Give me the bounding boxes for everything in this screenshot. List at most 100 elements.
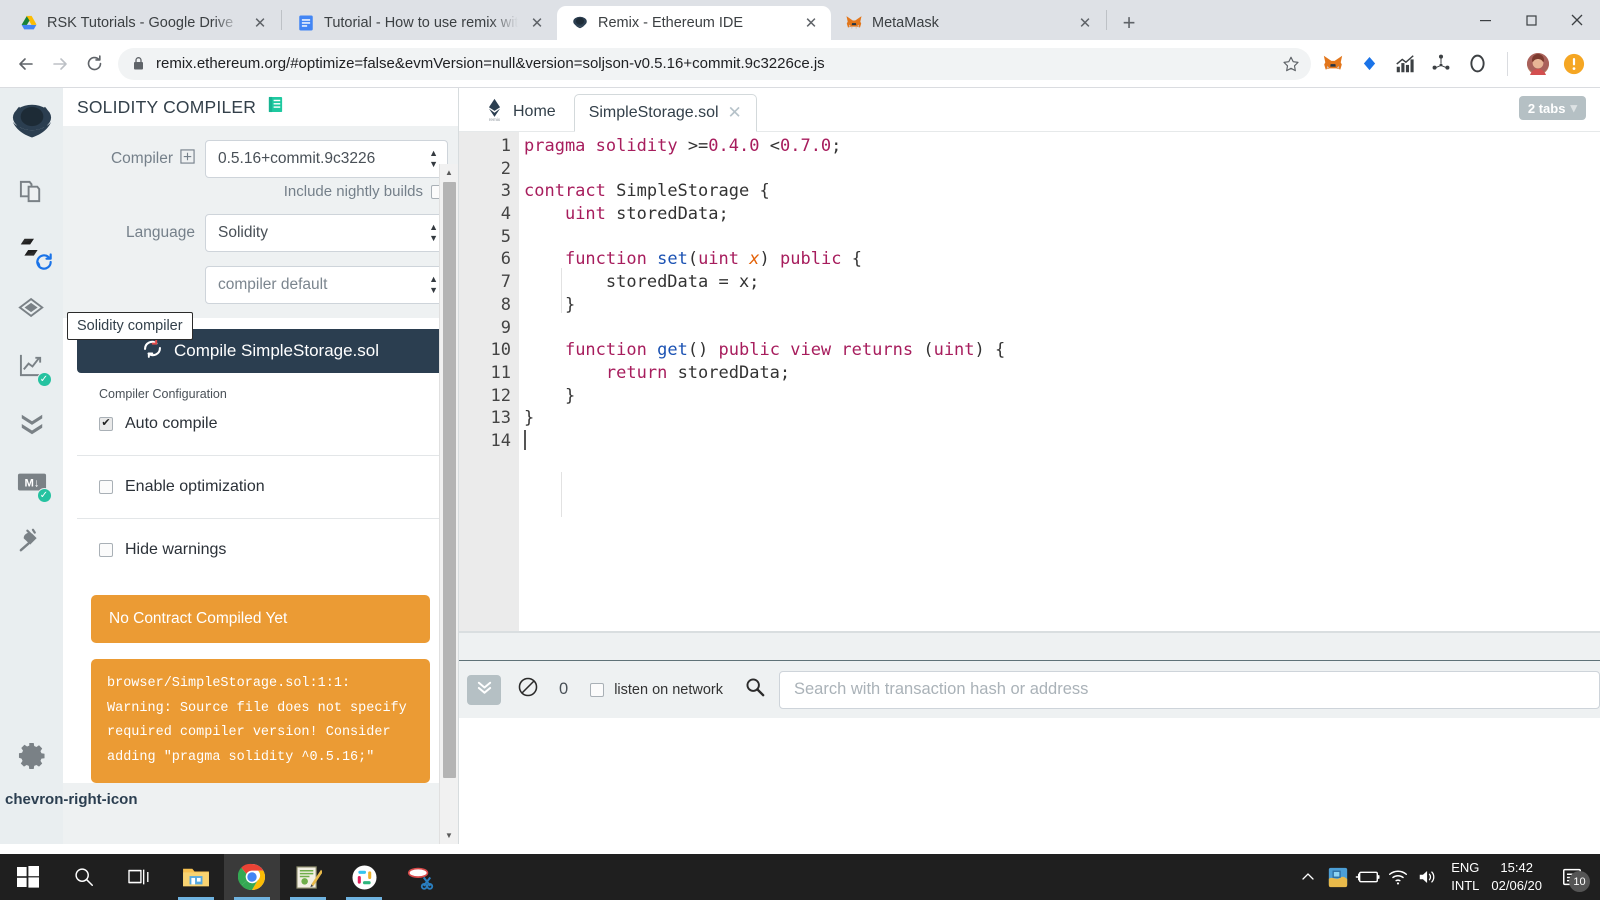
sidebar-item-analysis[interactable]: ✓ [8, 344, 56, 392]
reload-button[interactable] [78, 48, 110, 80]
enable-optimization-row[interactable]: Enable optimization [77, 464, 444, 510]
terminal-toolbar: 0 listen on network Search with transact… [459, 660, 1600, 718]
taskbar-snipping-tool[interactable] [392, 854, 448, 900]
clock[interactable]: 15:42 02/06/20 [1487, 859, 1552, 894]
deploy-run-icon [17, 295, 46, 325]
browser-tab-3[interactable]: MetaMask ✕ [831, 6, 1105, 40]
task-view-button[interactable] [112, 854, 168, 900]
listen-on-network-checkbox[interactable] [590, 682, 605, 697]
hide-warnings-row[interactable]: Hide warnings [77, 527, 444, 573]
new-tab-button[interactable]: + [1114, 8, 1144, 38]
file-explorer-icon [183, 868, 209, 887]
circle-o-icon[interactable] [1465, 52, 1489, 76]
listen-on-network-row[interactable]: listen on network [590, 682, 723, 698]
window-minimize-button[interactable] [1462, 0, 1508, 40]
editor-tab-simplestorage[interactable]: SimpleStorage.sol ✕ [573, 94, 757, 132]
auto-compile-checkbox[interactable]: ✔ [99, 417, 113, 431]
scrollbar-thumb[interactable] [442, 182, 456, 778]
language-indicator[interactable]: ENG INTL [1443, 859, 1487, 894]
browser-tab-close-icon[interactable]: ✕ [801, 13, 821, 33]
sidebar-item-plugin-manager[interactable] [8, 518, 56, 566]
action-center-button[interactable]: 10 [1552, 854, 1592, 900]
orange-alert-icon[interactable] [1562, 52, 1586, 76]
compiler-version-select[interactable]: 0.5.16+commit.9c3226 ▲ ▼ [205, 140, 448, 178]
no-contract-compiled-alert: No Contract Compiled Yet [91, 595, 430, 643]
address-bar[interactable]: remix.ethereum.org/#optimize=false&evmVe… [118, 47, 1311, 80]
include-nightly-builds-row[interactable]: Include nightly builds [63, 183, 458, 200]
code-editor[interactable]: 1 2 3▾ 4 5 6▾ 7 8 9 10▾ 11 12 13 14 prag… [459, 132, 1600, 632]
enable-optimization-checkbox[interactable] [99, 480, 113, 494]
evm-version-select[interactable]: compiler default ▲ ▼ [205, 266, 448, 304]
lock-icon [134, 57, 143, 70]
code-content[interactable]: pragma solidity >=0.4.0 <0.7.0; contract… [519, 132, 1600, 632]
line-number: 10▾ [459, 339, 528, 362]
blue-diamond-icon[interactable] [1357, 52, 1381, 76]
panel-body: Compiler 0.5.16+commit.9c3226 ▲ ▼ Include… [63, 126, 458, 844]
plus-box-icon[interactable] [180, 149, 195, 169]
hide-warnings-label: Hide warnings [125, 541, 227, 558]
code-line: uint storedData; [564, 204, 729, 225]
language-select[interactable]: Solidity ▲ ▼ [205, 214, 448, 252]
intel-graphics-icon[interactable] [1323, 854, 1353, 900]
clear-console-button[interactable] [517, 676, 539, 703]
browser-tab-close-icon[interactable]: ✕ [527, 13, 547, 33]
hide-warnings-checkbox[interactable] [99, 543, 113, 557]
sidebar-item-solidity-compiler[interactable] [8, 228, 56, 276]
browser-tab-title: Tutorial - How to use remix with R [324, 15, 518, 31]
book-icon[interactable] [267, 96, 284, 118]
window-maximize-button[interactable] [1508, 0, 1554, 40]
editor-tab-bar: remix Home SimpleStorage.sol ✕ 2 tabs ▾ [459, 88, 1600, 132]
transaction-search-input[interactable]: Search with transaction hash or address [779, 670, 1600, 709]
wifi-icon[interactable] [1383, 854, 1413, 900]
terminal-search-button[interactable] [745, 677, 765, 702]
scroll-up-arrow-icon[interactable]: ▲ [440, 164, 459, 181]
taskbar-slack[interactable] [336, 854, 392, 900]
notification-count-badge: 10 [1569, 871, 1590, 892]
sidebar-item-debugger[interactable] [8, 402, 56, 450]
terminal-panel: 0 listen on network Search with transact… [459, 632, 1600, 844]
battery-charging-icon[interactable] [1353, 854, 1383, 900]
editor-tab-close-icon[interactable]: ✕ [728, 103, 742, 123]
browser-tab-0[interactable]: RSK Tutorials - Google Drive ✕ [6, 6, 280, 40]
editor-tab-home[interactable]: remix Home [471, 93, 570, 131]
tray-expand-chevron-icon[interactable] [1293, 854, 1323, 900]
terminal-toggle-button[interactable] [467, 674, 501, 705]
magnifier-icon [745, 677, 765, 702]
window-close-button[interactable] [1554, 0, 1600, 40]
dots-network-icon[interactable] [1429, 52, 1453, 76]
line-number: 3▾ [459, 180, 528, 203]
scroll-down-arrow-icon[interactable]: ▼ [440, 827, 459, 844]
sidebar-scrollbar[interactable]: ▲ ▼ [439, 164, 458, 844]
sidebar-item-markdown-docgen[interactable]: M↓ ✓ [8, 460, 56, 508]
forward-button[interactable] [44, 48, 76, 80]
browser-tab-close-icon[interactable]: ✕ [250, 13, 270, 33]
chart-bars-icon[interactable] [1393, 52, 1417, 76]
sidebar-item-settings[interactable] [8, 734, 56, 782]
taskbar-notepad-editor[interactable] [280, 854, 336, 900]
volume-icon[interactable] [1413, 854, 1443, 900]
browser-tab-2[interactable]: Remix - Ethereum IDE ✕ [557, 6, 831, 40]
sidebar-item-file-explorers[interactable] [8, 170, 56, 218]
sidebar-item-deploy-run[interactable] [8, 286, 56, 334]
taskbar-file-explorer[interactable] [168, 854, 224, 900]
taskbar-search-button[interactable] [56, 854, 112, 900]
tabs-count-badge[interactable]: 2 tabs ▾ [1518, 96, 1586, 120]
browser-tab-1[interactable]: Tutorial - How to use remix with R ✕ [283, 6, 557, 40]
avatar[interactable] [1526, 52, 1550, 76]
language-value: Solidity [218, 224, 268, 241]
browser-tab-close-icon[interactable]: ✕ [1075, 13, 1095, 33]
remix-application: ✓ M↓ ✓ SOLIDITY COMPILER Compiler 0.5.16… [0, 88, 1600, 844]
browser-tab-title: Remix - Ethereum IDE [598, 15, 744, 31]
back-button[interactable] [10, 48, 42, 80]
evm-version-value: compiler default [218, 276, 328, 293]
remix-logo-icon[interactable] [8, 98, 56, 146]
line-number: 5 [500, 226, 511, 247]
expand-panel-icon[interactable]: chevron-right-icon [5, 791, 138, 808]
taskbar-google-chrome[interactable] [224, 854, 280, 900]
start-button[interactable] [0, 854, 56, 900]
text-cursor [524, 430, 526, 450]
star-icon[interactable] [1279, 52, 1303, 76]
auto-compile-row[interactable]: ✔ Auto compile [77, 401, 444, 447]
compiler-configuration-section: Compile SimpleStorage.sol Compiler Confi… [63, 318, 458, 784]
metamask-fox-icon[interactable] [1321, 52, 1345, 76]
